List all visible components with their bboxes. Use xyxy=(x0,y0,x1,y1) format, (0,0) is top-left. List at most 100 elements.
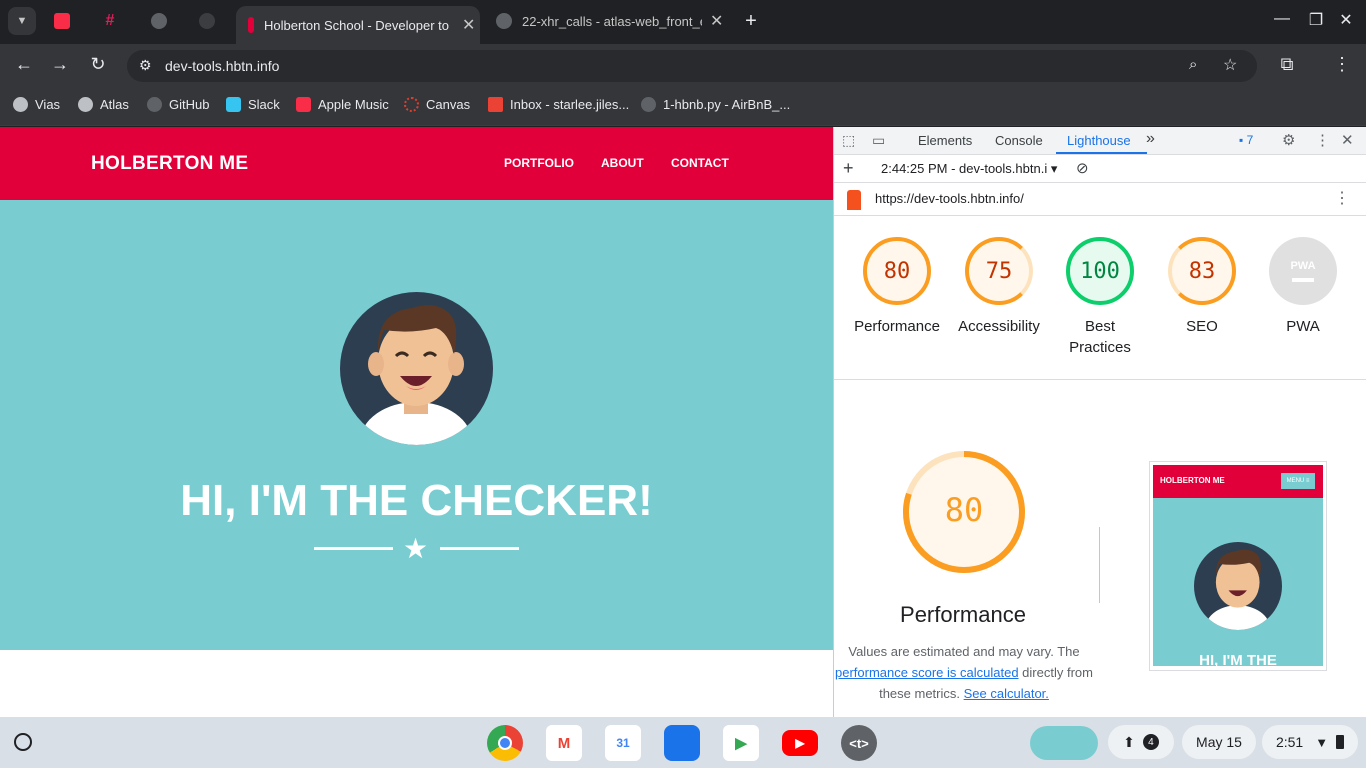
forward-icon[interactable]: → xyxy=(46,54,74,75)
settings-gear-icon[interactable]: ⚙ xyxy=(1282,131,1295,149)
pinned-tab-github[interactable] xyxy=(189,6,225,36)
upload-icon: ⬆ xyxy=(1123,733,1135,750)
apple-music-icon xyxy=(296,97,311,112)
report-url-bar: https://dev-tools.hbtn.info/ ⋮ xyxy=(834,183,1366,216)
thumb-avatar xyxy=(1194,542,1282,630)
bookmark-atlas[interactable]: Atlas xyxy=(78,97,129,112)
note-text: directly from xyxy=(1022,665,1093,680)
tab-holberton[interactable]: Holberton School - Developer to ✕ xyxy=(236,6,480,44)
close-tab-icon[interactable]: ✕ xyxy=(462,15,475,35)
gauge-seo[interactable]: 83 SEO xyxy=(1151,237,1253,337)
youtube-icon[interactable]: ▶ xyxy=(782,730,818,756)
new-report-icon[interactable]: + xyxy=(843,158,854,179)
github-icon xyxy=(199,13,215,29)
issues-badge[interactable]: ▪ 7 xyxy=(1239,133,1253,147)
gauge-label: PWA xyxy=(1286,318,1320,335)
calendar-icon[interactable]: 31 xyxy=(605,725,641,761)
score-calculated-link[interactable]: performance score is calculated xyxy=(835,665,1019,680)
os-shelf: M 31 ▶ ▶ <t> ⬆ 4 May 15 2:51 ▼ xyxy=(0,717,1366,768)
status-pill[interactable]: ⬆ 4 xyxy=(1108,725,1174,759)
clear-reports-icon[interactable]: ⊘ xyxy=(1076,159,1089,177)
new-tab-button[interactable]: + xyxy=(736,10,766,33)
address-bar[interactable]: ⚙ dev-tools.hbtn.info ⌕ ☆ xyxy=(127,50,1257,82)
nav-contact[interactable]: CONTACT xyxy=(671,156,729,170)
bookmark-apple-music[interactable]: Apple Music xyxy=(296,97,389,112)
zoom-icon[interactable]: ⌕ xyxy=(1189,56,1197,73)
bookmark-github[interactable]: GitHub xyxy=(147,97,209,112)
inspect-element-icon[interactable]: ⬚ xyxy=(842,132,855,149)
tab-github-repo[interactable]: 22-xhr_calls - atlas-web_front_e ✕ xyxy=(484,6,728,36)
close-devtools-icon[interactable]: ✕ xyxy=(1341,131,1354,149)
gauge-performance[interactable]: 80 Performance xyxy=(846,237,948,337)
notification-count: 4 xyxy=(1142,734,1159,750)
tab-elements[interactable]: Elements xyxy=(918,133,972,148)
divider-line-right xyxy=(440,547,519,550)
thumb-hero: HI, I'M THE xyxy=(1153,498,1323,666)
performance-title: Performance xyxy=(900,602,1026,627)
canvas-icon xyxy=(404,97,419,112)
gauge-label: Accessibility xyxy=(958,318,1040,335)
page-screenshot-thumbnail[interactable]: HOLBERTON ME MENU ≡ HI, I'M THE xyxy=(1149,461,1327,671)
bookmark-canvas[interactable]: Canvas xyxy=(404,97,470,112)
pinned-tab-web[interactable] xyxy=(141,6,177,36)
gauge-pwa[interactable]: PWA PWA xyxy=(1252,237,1354,337)
devtools-menu-icon[interactable]: ⋮ xyxy=(1315,131,1330,149)
site-logo[interactable]: HOLBERTON ME xyxy=(91,153,248,175)
devtools-panel: ⬚ ▭ Elements Console Lighthouse » ▪ 7 ⚙ … xyxy=(833,127,1366,717)
terminal-icon[interactable]: <t> xyxy=(841,725,877,761)
bookmark-vias[interactable]: Vias xyxy=(13,97,60,112)
gmail-icon[interactable]: M xyxy=(546,725,582,761)
chrome-icon[interactable] xyxy=(487,725,523,761)
lighthouse-toolbar: + 2:44:25 PM - dev-tools.hbtn.i ▾ ⊘ xyxy=(834,155,1366,183)
extensions-icon[interactable]: ⧉ xyxy=(1273,54,1301,75)
bookmark-star-icon[interactable]: ☆ xyxy=(1223,55,1237,75)
system-tray[interactable]: 2:51 ▼ xyxy=(1262,725,1358,759)
date-pill[interactable]: May 15 xyxy=(1182,725,1256,759)
reload-icon[interactable]: ↻ xyxy=(84,54,112,75)
pinned-tab-apple-music[interactable] xyxy=(44,6,80,36)
desk-previews[interactable] xyxy=(1030,726,1098,760)
nav-about[interactable]: ABOUT xyxy=(601,156,644,170)
vertical-divider xyxy=(1099,527,1100,603)
site-info-icon[interactable]: ⚙ xyxy=(139,57,152,74)
launcher-icon[interactable] xyxy=(14,733,32,751)
github-icon xyxy=(496,13,512,29)
tab-console[interactable]: Console xyxy=(995,133,1043,148)
performance-gauge-large: 80 xyxy=(899,447,1029,577)
note-text: Values are estimated and may vary. The xyxy=(848,644,1080,659)
slack-icon xyxy=(226,97,241,112)
chevron-down-icon: ▼ xyxy=(8,7,36,35)
menu-icon[interactable]: ⋮ xyxy=(1328,54,1356,75)
bookmarks-bar: Vias Atlas GitHub Slack Apple Music Canv… xyxy=(0,88,1366,126)
bookmark-label: Canvas xyxy=(426,97,471,112)
bookmark-hbnb[interactable]: 1-hbnb.py - AirBnB_... xyxy=(641,97,790,112)
gauge-score: 80 xyxy=(863,237,931,305)
bookmark-slack[interactable]: Slack xyxy=(226,97,280,112)
bookmark-label: Vias xyxy=(35,97,61,112)
close-window-icon[interactable]: ✕ xyxy=(1331,10,1361,30)
device-toolbar-icon[interactable]: ▭ xyxy=(872,132,885,149)
files-icon[interactable] xyxy=(664,725,700,761)
bookmark-gmail[interactable]: Inbox - starlee.jiles... xyxy=(488,97,629,112)
report-menu-icon[interactable]: ⋮ xyxy=(1334,188,1350,208)
gauge-label: Performance xyxy=(854,318,940,335)
report-url: https://dev-tools.hbtn.info/ xyxy=(875,191,1024,206)
bookmark-label: GitHub xyxy=(169,97,210,112)
restore-icon[interactable]: ❐ xyxy=(1301,10,1331,30)
gauge-best-practices[interactable]: 100 Best Practices xyxy=(1049,237,1151,358)
see-calculator-link[interactable]: See calculator. xyxy=(964,686,1049,701)
more-tabs-icon[interactable]: » xyxy=(1146,130,1155,148)
url-text: dev-tools.hbtn.info xyxy=(165,58,280,74)
nav-portfolio[interactable]: PORTFOLIO xyxy=(504,156,574,170)
close-tab-icon[interactable]: ✕ xyxy=(710,11,723,31)
apple-music-icon xyxy=(54,13,70,29)
play-store-icon[interactable]: ▶ xyxy=(723,725,759,761)
minimize-icon[interactable]: — xyxy=(1267,10,1297,28)
report-selector[interactable]: 2:44:25 PM - dev-tools.hbtn.i ▾ xyxy=(881,161,1057,177)
tab-search-button[interactable]: ▼ xyxy=(4,6,40,36)
back-icon[interactable]: ← xyxy=(10,54,38,75)
tab-lighthouse[interactable]: Lighthouse xyxy=(1067,133,1131,148)
lighthouse-logo-icon xyxy=(847,190,861,210)
pinned-tab-slack[interactable]: # xyxy=(92,6,128,36)
gauge-accessibility[interactable]: 75 Accessibility xyxy=(948,237,1050,337)
